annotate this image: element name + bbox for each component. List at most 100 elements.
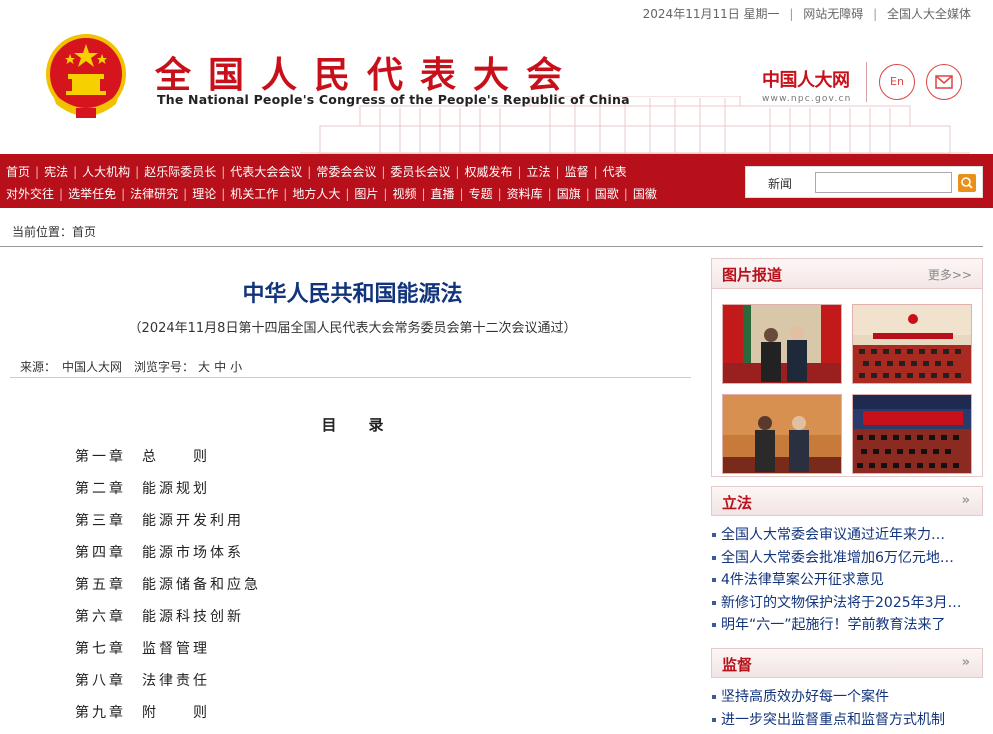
- nav-item[interactable]: 国徽: [633, 187, 657, 201]
- nav-item[interactable]: 代表大会会议: [230, 165, 302, 179]
- toc-item[interactable]: 第三章 能源开发利用: [75, 510, 261, 542]
- font-size-small-button[interactable]: 小: [230, 360, 242, 374]
- nav-item[interactable]: 专题: [469, 187, 493, 201]
- nav-item[interactable]: 法律研究: [130, 187, 178, 201]
- toc-item[interactable]: 第二章 能源规划: [75, 478, 261, 510]
- toc-chapter-number: 第八章: [75, 673, 126, 689]
- toc-chapter-name: 能源开发利用: [142, 513, 244, 529]
- font-size-large-button[interactable]: 大: [198, 360, 210, 374]
- toc-item[interactable]: 第八章 法律责任: [75, 670, 261, 702]
- english-version-button[interactable]: En: [879, 64, 915, 100]
- nav-item[interactable]: 委员长会议: [390, 165, 450, 179]
- source-value: 中国人大网: [62, 360, 123, 374]
- nav-item[interactable]: 图片: [354, 187, 378, 201]
- nav-item[interactable]: 资料库: [507, 187, 543, 201]
- nav-item[interactable]: 理论: [192, 187, 216, 201]
- legislation-header: 立法 »: [711, 486, 983, 516]
- toc-item[interactable]: 第九章附 则: [75, 702, 261, 734]
- toc-chapter-number: 第五章: [75, 577, 126, 593]
- nav-separator: |: [547, 187, 552, 201]
- news-list-item[interactable]: 4件法律草案公开征求意见: [711, 569, 983, 592]
- nav-item[interactable]: 常委会会议: [316, 165, 376, 179]
- nav-separator: |: [585, 187, 590, 201]
- meta-divider: [10, 377, 691, 378]
- article-subtitle: （2024年11月8日第十四届全国人民代表大会常务委员会第十二次会议通过）: [128, 321, 577, 336]
- toc-chapter-number: 第七章: [75, 641, 126, 657]
- header-divider: [866, 62, 867, 102]
- nav-item[interactable]: 国旗: [557, 187, 581, 201]
- nav-item[interactable]: 人大机构: [82, 165, 130, 179]
- font-size-medium-button[interactable]: 中: [214, 360, 226, 374]
- search-input[interactable]: [815, 172, 952, 193]
- national-emblem-icon: [46, 34, 126, 118]
- nav-item[interactable]: 国歌: [595, 187, 619, 201]
- toc-item[interactable]: 第一章总 则: [75, 446, 261, 478]
- mail-button[interactable]: [926, 64, 962, 100]
- nav-row-2: 对外交往 | 选举任免 | 法律研究 | 理论 | 机关工作 | 地方人大 | 图片 | 视频 | 直播 | 专题 |…: [6, 185, 657, 202]
- nav-separator: |: [345, 187, 350, 201]
- nav-separator: |: [183, 187, 188, 201]
- nav-separator: |: [221, 187, 226, 201]
- supervision-header: 监督 »: [711, 648, 983, 678]
- legislation-news-list: 全国人大常委会审议通过近年来力… 全国人大常委会批准增加6万亿元地… 4件法律草案公…: [711, 524, 983, 637]
- toc-chapter-name: 能源科技创新: [142, 609, 244, 625]
- nav-separator: |: [497, 187, 502, 201]
- nav-item[interactable]: 立法: [527, 165, 551, 179]
- font-size-label: 浏览字号：: [134, 360, 195, 374]
- picture-more-link[interactable]: 更多>>: [928, 266, 972, 283]
- photo-thumb-4[interactable]: [852, 394, 972, 474]
- toc-chapter-name: 法律责任: [142, 673, 210, 689]
- search-button[interactable]: [958, 174, 976, 192]
- nav-item[interactable]: 首页: [6, 165, 30, 179]
- nav-item[interactable]: 地方人大: [292, 187, 340, 201]
- news-list-item[interactable]: 全国人大常委会批准增加6万亿元地…: [711, 547, 983, 570]
- npc-logo[interactable]: 中国人大网 www.npc.gov.cn: [762, 66, 858, 104]
- legislation-section: 立法 » 全国人大常委会审议通过近年来力… 全国人大常委会批准增加6万亿元地… 4件…: [711, 486, 983, 637]
- nav-item[interactable]: 视频: [392, 187, 416, 201]
- search-icon: [961, 177, 973, 189]
- photo-thumb-2[interactable]: [852, 304, 972, 384]
- news-list-item[interactable]: 明年“六一”起施行！学前教育法来了: [711, 614, 983, 637]
- news-list-item[interactable]: 全国人大常委会审议通过近年来力…: [711, 524, 983, 547]
- photo-thumb-3[interactable]: [722, 394, 842, 474]
- nav-separator: |: [381, 165, 386, 179]
- nav-separator: |: [555, 165, 560, 179]
- toc-item[interactable]: 第五章 能源储备和应急: [75, 574, 261, 606]
- nav-item[interactable]: 机关工作: [230, 187, 278, 201]
- nav-separator: |: [459, 187, 464, 201]
- nav-item[interactable]: 赵乐际委员长: [144, 165, 216, 179]
- news-list-item[interactable]: 坚持高质效办好每一个案件: [711, 686, 983, 709]
- nav-item[interactable]: 对外交往: [6, 187, 54, 201]
- news-list-item[interactable]: 进一步突出监督重点和监督方式机制: [711, 709, 983, 732]
- nav-item[interactable]: 选举任免: [68, 187, 116, 201]
- nav-separator: |: [283, 187, 288, 201]
- site-title-english: The National People's Congress of the Pe…: [157, 92, 630, 107]
- legislation-more-icon[interactable]: »: [962, 493, 970, 508]
- nav-item[interactable]: 代表: [603, 165, 627, 179]
- toc-item[interactable]: 第六章 能源科技创新: [75, 606, 261, 638]
- supervision-section: 监督 » 坚持高质效办好每一个案件 进一步突出监督重点和监督方式机制: [711, 648, 983, 731]
- accessibility-link[interactable]: 网站无障碍: [803, 7, 863, 21]
- supervision-news-list: 坚持高质效办好每一个案件 进一步突出监督重点和监督方式机制: [711, 686, 983, 731]
- nav-item[interactable]: 直播: [431, 187, 455, 201]
- supervision-more-icon[interactable]: »: [962, 655, 970, 670]
- nav-separator: |: [59, 187, 64, 201]
- site-header: 全国人民代表大会 The National People's Congress …: [0, 28, 993, 154]
- legislation-title: 立法: [722, 494, 753, 512]
- all-media-link[interactable]: 全国人大全媒体: [887, 7, 971, 21]
- toc-item[interactable]: 第七章 监督管理: [75, 638, 261, 670]
- nav-separator: |: [455, 165, 460, 179]
- search-category-label[interactable]: 新闻: [768, 175, 792, 192]
- nav-row-1: 首页 | 宪法 | 人大机构 | 赵乐际委员长 | 代表大会会议 | 常委会会议 | 委员长会议 | 权威发…: [6, 163, 627, 180]
- article-meta: 来源： 中国人大网 浏览字号：大中小: [20, 358, 246, 375]
- nav-separator: |: [421, 187, 426, 201]
- toc-item[interactable]: 第四章 能源市场体系: [75, 542, 261, 574]
- toc-chapter-name: 附 则: [142, 705, 210, 721]
- nav-item[interactable]: 监督: [565, 165, 589, 179]
- news-list-item[interactable]: 新修订的文物保护法将于2025年3月…: [711, 592, 983, 615]
- nav-item[interactable]: 权威发布: [464, 165, 512, 179]
- nav-item[interactable]: 宪法: [44, 165, 68, 179]
- top-bar: 2024年11月11日 星期一 | 网站无障碍 | 全国人大全媒体: [0, 0, 993, 28]
- breadcrumb: 当前位置：首页: [12, 225, 97, 239]
- photo-thumb-1[interactable]: [722, 304, 842, 384]
